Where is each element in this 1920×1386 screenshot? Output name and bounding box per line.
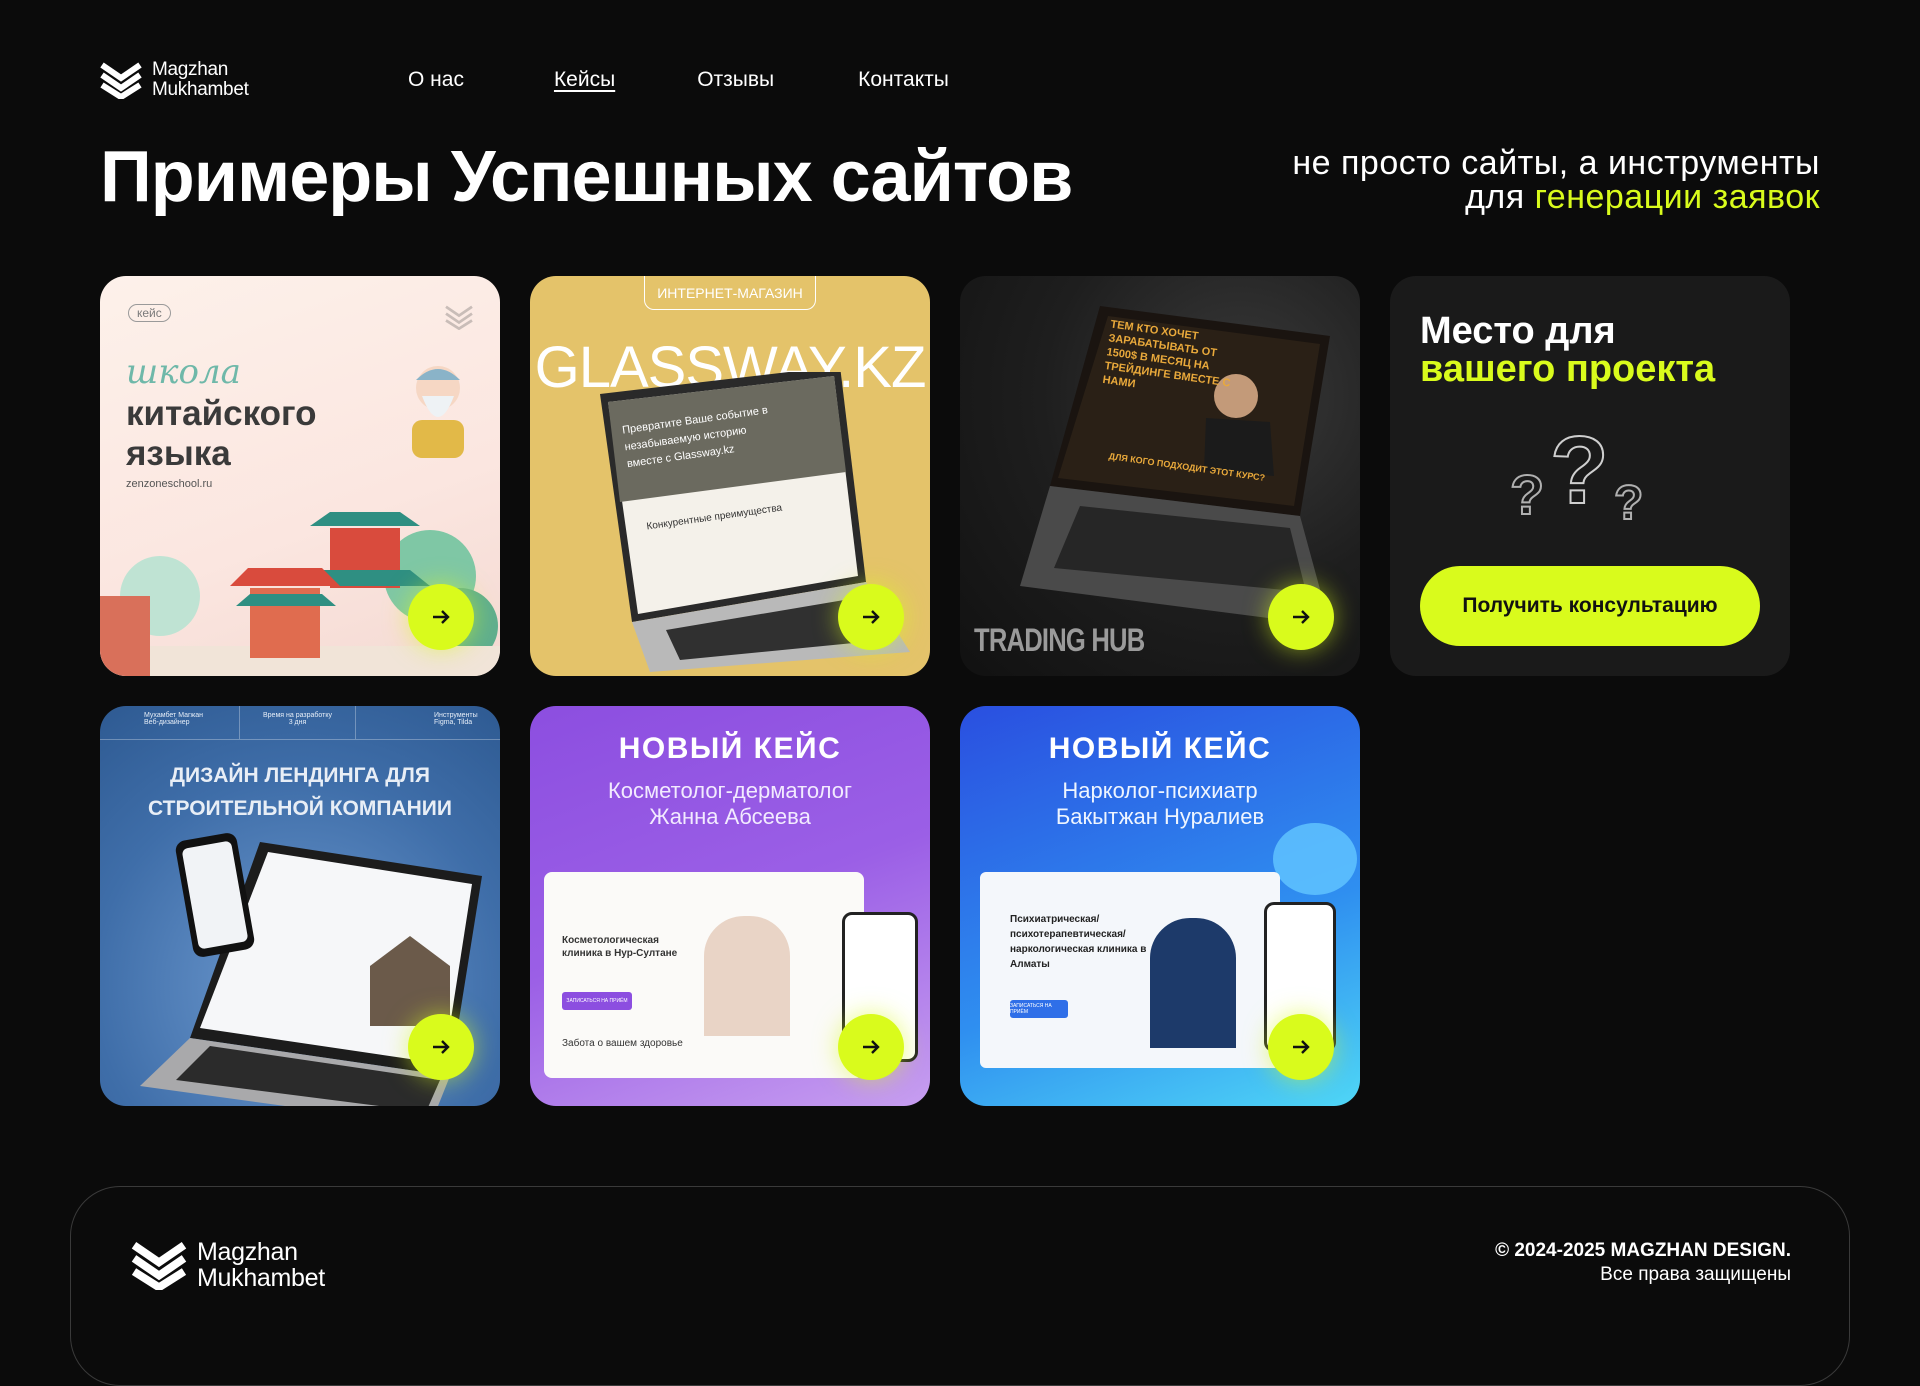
rights-line: Все права защищены: [1600, 1264, 1791, 1285]
nav-reviews[interactable]: Отзывы: [697, 68, 774, 92]
chevron-stack-logo-icon: [100, 62, 142, 99]
open-case-button[interactable]: [408, 584, 474, 650]
doctor-photo: [704, 916, 790, 1036]
site-mockup: Психиатрическая/ психотерапевтическая/ н…: [980, 872, 1280, 1068]
tagline-prefix: для: [1465, 178, 1535, 216]
page-title: Примеры Успешных сайтов: [100, 137, 1073, 217]
arrow-right-icon: [863, 1040, 880, 1054]
case-card-construction[interactable]: Мухамбет Магжан Веб-дизайнер Время на раз…: [100, 706, 500, 1106]
chevron-stack-icon: [445, 305, 473, 330]
case-badge: НОВЫЙ КЕЙС: [1048, 732, 1272, 765]
footer-brand-name: Magzhan Mukhambet: [197, 1239, 325, 1291]
card-title-line1: китайского: [126, 394, 317, 433]
case-subtitle-line1: Косметолог-дерматолог: [607, 778, 853, 803]
tagline-line1: не просто сайты, а инструменты: [1292, 144, 1820, 182]
tagline-line2: для генерации заявок: [1292, 180, 1820, 214]
case-card-trading-hub[interactable]: ТЕМ КТО ХОЧЕТ ЗАРАБАТЫВАТЬ ОТ 1500$ В МЕ…: [960, 276, 1360, 676]
case-brand: TRADING HUB: [974, 622, 1145, 658]
consultation-button[interactable]: Получить консультацию: [1420, 566, 1760, 646]
arrow-right-icon: [1293, 1040, 1310, 1054]
case-subtitle-line2: Жанна Абсеева: [649, 804, 811, 829]
arrow-right-icon: [1293, 610, 1310, 624]
case-subtitle-line1: Нарколог-психиатр: [1062, 778, 1258, 803]
cta-card: Место для вашего проекта ? ? ? Получить …: [1390, 276, 1790, 676]
footer: Magzhan Mukhambet © 2024-2025 MAGZHAN DE…: [70, 1186, 1850, 1386]
cta-title: Место для вашего проекта: [1420, 312, 1715, 388]
nav-cases[interactable]: Кейсы: [554, 68, 615, 92]
tagline: не просто сайты, а инструменты для генер…: [1292, 146, 1820, 214]
brand-line1: Magzhan: [152, 59, 229, 80]
question-mark-large: ?: [1549, 416, 1610, 525]
cta-title-line2: вашего проекта: [1420, 348, 1716, 390]
meta-bar: Мухамбет Магжан Веб-дизайнер Время на раз…: [100, 706, 500, 740]
open-case-button[interactable]: [1268, 584, 1334, 650]
brand-line2: Mukhambet: [152, 79, 249, 100]
footer-brand-line2: Mukhambet: [197, 1264, 325, 1292]
brand-name: Magzhan Mukhambet: [152, 60, 249, 100]
footer-brand-line1: Magzhan: [197, 1238, 298, 1266]
arrow-right-icon: [433, 1040, 450, 1054]
meta-tools-label: Инструменты: [434, 712, 478, 719]
question-mark-left: ?: [1509, 462, 1545, 527]
card-title-line2: языка: [126, 434, 231, 473]
mockup-title: Косметологическая клиника в Нур-Султане: [562, 935, 678, 959]
open-case-button[interactable]: [838, 584, 904, 650]
meta-time: Время на разработку 3 дня: [240, 706, 356, 739]
tagline-accent: генерации заявок: [1534, 178, 1820, 216]
mockup-footer: Забота о вашем здоровье: [562, 1038, 683, 1049]
meta-time-label: Время на разработку: [262, 712, 332, 719]
card-script: школа: [126, 352, 241, 392]
brand-logo[interactable]: Magzhan Mukhambet: [100, 60, 249, 100]
arrow-right-icon: [433, 610, 450, 624]
meta-tools: Инструменты Figma, Tilda: [356, 706, 500, 739]
mockup-title: Психиатрическая/ психотерапевтическая/ н…: [1010, 914, 1147, 970]
nav-contacts[interactable]: Контакты: [858, 68, 949, 92]
main-nav: О нас Кейсы Отзывы Контакты: [408, 68, 949, 92]
meta-author-role: Веб-дизайнер: [144, 719, 190, 726]
question-marks-icon: ? ? ?: [1509, 416, 1670, 536]
card-title-line2: СТРОИТЕЛЬНОЙ КОМПАНИИ: [148, 797, 452, 820]
header: Magzhan Mukhambet О нас Кейсы Отзывы Кон…: [100, 58, 1820, 102]
chevron-stack-logo-icon: [131, 1242, 187, 1290]
nav-about[interactable]: О нас: [408, 68, 464, 92]
copyright: © 2024-2025 MAGZHAN DESIGN. Все права за…: [1495, 1239, 1791, 1287]
meta-author-name: Мухамбет Магжан: [144, 712, 203, 719]
card-title-line1: ДИЗАЙН ЛЕНДИНГА ДЛЯ: [170, 764, 430, 787]
case-card-chinese-school[interactable]: кейс школа китайского языка zenzoneschoo…: [100, 276, 500, 676]
open-case-button[interactable]: [1268, 1014, 1334, 1080]
case-card-glassway[interactable]: ИНТЕРНЕТ-МАГАЗИН GLASSWAY.KZ Превратите …: [530, 276, 930, 676]
arrow-right-icon: [863, 610, 880, 624]
meta-tools-value: Figma, Tilda: [434, 719, 473, 726]
cta-title-line1: Место для: [1420, 310, 1616, 352]
case-badge: ИНТЕРНЕТ-МАГАЗИН: [644, 276, 816, 310]
doctor-photo: [1150, 918, 1236, 1048]
case-badge: НОВЫЙ КЕЙС: [618, 732, 842, 765]
meta-time-value: 3 дня: [288, 719, 307, 726]
mockup-button: ЗАПИСАТЬСЯ НА ПРИЁМ: [1010, 1000, 1068, 1018]
copyright-line: © 2024-2025 MAGZHAN DESIGN.: [1495, 1240, 1791, 1261]
footer-logo[interactable]: Magzhan Mukhambet: [131, 1239, 325, 1291]
case-card-cosmetology[interactable]: НОВЫЙ КЕЙС Косметолог-дерматолог Жанна А…: [530, 706, 930, 1106]
case-card-narcology[interactable]: НОВЫЙ КЕЙС Нарколог-психиатр Бакытжан Ну…: [960, 706, 1360, 1106]
site-mockup: Косметологическая клиника в Нур-Султане …: [544, 872, 864, 1078]
open-case-button[interactable]: [838, 1014, 904, 1080]
mockup-button: ЗАПИСАТЬСЯ НА ПРИЁМ: [562, 992, 632, 1010]
question-mark-right: ?: [1613, 476, 1644, 531]
case-tag: кейс: [128, 304, 171, 322]
brain-illustration: [1273, 823, 1357, 895]
meta-author: Мухамбет Магжан Веб-дизайнер: [100, 706, 240, 739]
open-case-button[interactable]: [408, 1014, 474, 1080]
sage-illustration: [412, 366, 464, 458]
